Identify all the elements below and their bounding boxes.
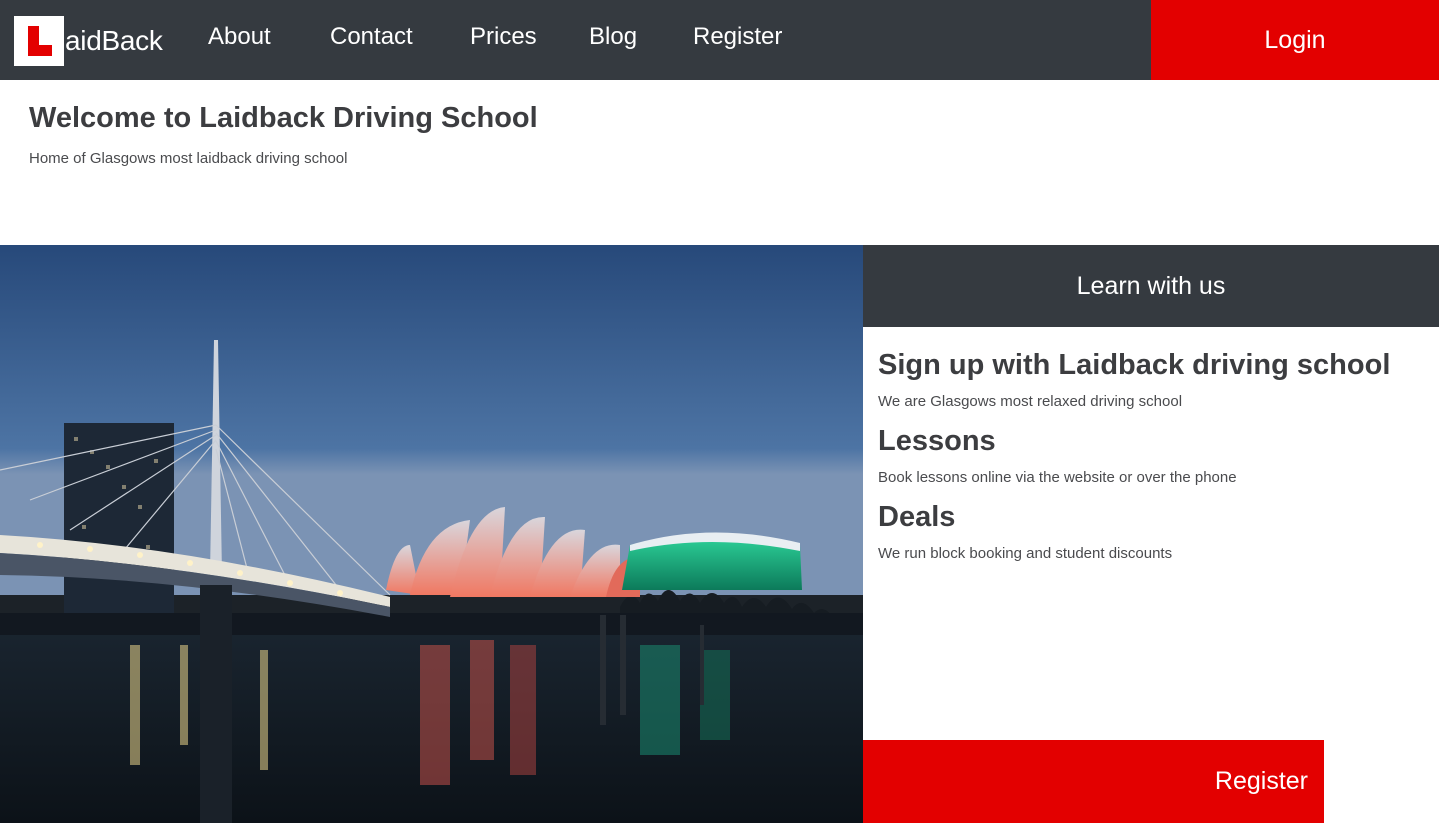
page: aidBack About Contact Prices Blog Regist… [0,0,1439,823]
learner-plate-logo-icon [14,16,64,66]
logo-text: aidBack [65,25,163,56]
nav-link-about[interactable]: About [208,22,271,52]
learn-with-us-header: Learn with us [863,245,1439,327]
signup-text: We are Glasgows most relaxed driving sch… [878,393,1183,410]
register-button[interactable]: Register [863,740,1324,823]
nav-link-prices[interactable]: Prices [470,22,537,52]
deals-text: We run block booking and student discoun… [878,545,1173,562]
login-button[interactable]: Login [1151,0,1439,80]
nav-link-contact[interactable]: Contact [330,22,413,52]
lessons-section: Lessons Book lessons online via the webs… [878,421,1237,488]
deals-section: Deals We run block booking and student d… [878,497,1172,564]
nav-link-register[interactable]: Register [693,22,782,52]
signup-section: Sign up with Laidback driving school We … [878,345,1390,412]
lessons-title: Lessons [878,425,996,457]
lessons-text: Book lessons online via the website or o… [878,469,1237,486]
page-title: Welcome to Laidback Driving School [29,102,538,134]
glasgow-skyline-image [0,245,863,823]
signup-title: Sign up with Laidback driving school [878,349,1391,381]
hero-image [0,245,863,823]
page-subtitle: Home of Glasgows most laidback driving s… [29,150,348,167]
nav-link-blog[interactable]: Blog [589,22,637,52]
top-navbar: aidBack About Contact Prices Blog Regist… [0,0,1439,80]
deals-title: Deals [878,501,956,533]
site-logo[interactable]: aidBack [14,16,163,66]
